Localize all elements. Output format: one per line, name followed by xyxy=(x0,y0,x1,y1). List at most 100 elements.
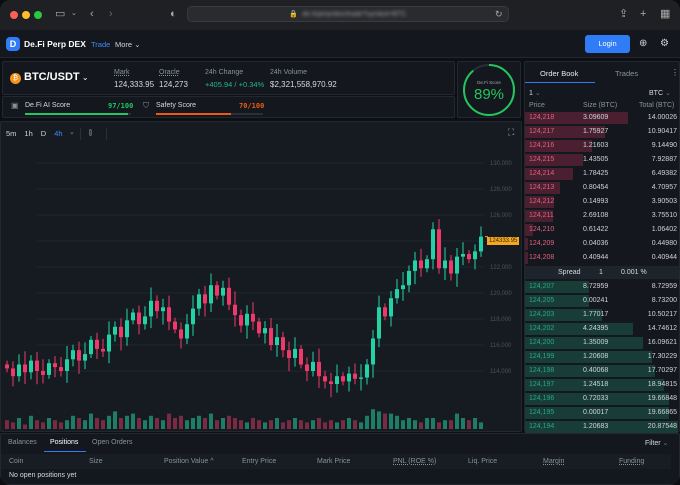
ask-row[interactable]: 124,2080.409440.40944 xyxy=(525,251,680,265)
col-pnl[interactable]: PNL (ROE %) xyxy=(393,458,436,465)
back-icon[interactable]: ‹ xyxy=(90,8,94,20)
new-tab-icon[interactable]: + xyxy=(640,8,646,20)
total: 20.87548 xyxy=(648,420,677,434)
bid-row[interactable]: 124,2024.2439514.74612 xyxy=(525,322,680,336)
size: 1.77017 xyxy=(583,308,608,322)
y-tick-label: 114,000 xyxy=(490,369,512,375)
reload-icon[interactable]: ↻ xyxy=(495,8,503,20)
bid-row[interactable]: 124,2031.7701710.50217 xyxy=(525,308,680,322)
tab-order-book[interactable]: Order Book xyxy=(540,69,578,78)
ask-row[interactable]: 124,2120.149933.90503 xyxy=(525,195,680,209)
candle-body xyxy=(131,313,135,321)
bid-row[interactable]: 124,1960.7203319.66848 xyxy=(525,392,680,406)
nav-more[interactable]: More ⌄ xyxy=(115,40,140,49)
candle-body xyxy=(479,237,483,252)
col-size[interactable]: Size xyxy=(89,458,103,465)
y-tick-label: 122,000 xyxy=(490,265,512,271)
volume-bar xyxy=(461,418,465,429)
tab-open-orders[interactable]: Open Orders xyxy=(92,439,132,446)
candle-body xyxy=(473,251,477,259)
brand-name[interactable]: De.Fi Perp DEX xyxy=(24,39,86,49)
zoom-window-button[interactable] xyxy=(34,11,42,19)
total: 3.75510 xyxy=(652,209,677,223)
bid-row[interactable]: 124,2078.729598.72959 xyxy=(525,280,680,294)
candle-body xyxy=(299,349,303,365)
total: 16.09621 xyxy=(648,336,677,350)
current-price-tag: 124333.95 xyxy=(487,237,519,245)
candle-body xyxy=(443,261,447,269)
chevron-down-icon[interactable]: ⌄ xyxy=(71,8,77,20)
ask-row[interactable]: 124,2090.040360.44980 xyxy=(525,237,680,251)
minimize-window-button[interactable] xyxy=(22,11,30,19)
scores-panel: ▣ De.Fi AI Score 97/100 ⛉ Safety Score 7… xyxy=(2,96,455,118)
candle-body xyxy=(173,322,177,330)
bid-row[interactable]: 124,1971.2451818.94815 xyxy=(525,378,680,392)
ask-row[interactable]: 124,2151.435057.92887 xyxy=(525,153,680,167)
size: 0.61422 xyxy=(583,223,608,237)
shield-icon: ⛉ xyxy=(143,101,149,111)
nav-trade[interactable]: Trade xyxy=(91,40,110,49)
candle-body xyxy=(227,288,231,305)
ask-row[interactable]: 124,2130.804544.70957 xyxy=(525,181,680,195)
unit-select[interactable]: BTC ⌄ xyxy=(649,89,671,97)
ask-row[interactable]: 124,2171.7592710.90417 xyxy=(525,125,680,139)
col-coin[interactable]: Coin xyxy=(9,458,23,465)
size: 8.72959 xyxy=(583,280,608,294)
filter-select[interactable]: Filter ⌄ xyxy=(645,439,668,447)
precision-value: 1 xyxy=(529,90,533,97)
sidebar-icon[interactable]: ▭ xyxy=(55,8,65,20)
bid-row[interactable]: 124,2001.3500916.09621 xyxy=(525,336,680,350)
chevron-down-icon: ⌄ xyxy=(665,90,671,97)
candlestick-chart[interactable]: 130,000128,000126,000124,000122,000120,0… xyxy=(0,121,522,432)
pair-selector[interactable]: BTC/USDT ⌄ xyxy=(24,71,89,83)
bid-row[interactable]: 124,1991.2060817.30229 xyxy=(525,350,680,364)
volume-bar xyxy=(77,418,81,429)
spread-label: Spread xyxy=(558,266,581,279)
volume-bar xyxy=(215,420,219,429)
bid-row[interactable]: 124,2050.002418.73200 xyxy=(525,294,680,308)
bid-row[interactable]: 124,1980.4006817.70297 xyxy=(525,364,680,378)
total: 0.44980 xyxy=(652,237,677,251)
ask-row[interactable]: 124,2161.216039.14490 xyxy=(525,139,680,153)
volume-bar xyxy=(287,420,291,429)
ask-row[interactable]: 124,2141.784256.49382 xyxy=(525,167,680,181)
ai-score-bar xyxy=(25,113,131,115)
col-position-value[interactable]: Position Value ^ xyxy=(164,458,213,465)
share-icon[interactable]: ⇪ xyxy=(619,8,628,20)
ask-row[interactable]: 124,2100.614221.06402 xyxy=(525,223,680,237)
shield-icon[interactable]: ◐ xyxy=(170,8,177,20)
bid-row[interactable]: 124,1950.0001719.66865 xyxy=(525,406,680,420)
globe-icon[interactable]: ⊕ xyxy=(639,38,647,49)
header-price: Price xyxy=(529,102,545,109)
more-options-icon[interactable]: ⋮ xyxy=(671,68,679,77)
forward-icon[interactable]: › xyxy=(109,8,113,20)
ask-row[interactable]: 124,2112.691083.75510 xyxy=(525,209,680,223)
gear-icon[interactable]: ⚙ xyxy=(660,38,669,49)
total: 1.06402 xyxy=(652,223,677,237)
tab-trades[interactable]: Trades xyxy=(615,69,638,78)
tab-positions[interactable]: Positions xyxy=(50,439,78,446)
volume-bar xyxy=(29,416,33,429)
col-margin[interactable]: Margin xyxy=(543,458,564,465)
tab-balances[interactable]: Balances xyxy=(8,439,37,446)
address-bar[interactable]: 🔒de.fi/perp/dex/trade?symbol=BTC xyxy=(187,6,509,22)
col-entry-price[interactable]: Entry Price xyxy=(242,458,276,465)
col-liq-price[interactable]: Liq. Price xyxy=(468,458,497,465)
login-button[interactable]: Login xyxy=(585,35,630,53)
close-window-button[interactable] xyxy=(10,11,18,19)
y-tick-label: 116,000 xyxy=(490,343,512,349)
col-mark-price[interactable]: Mark Price xyxy=(317,458,350,465)
logo-icon[interactable]: D xyxy=(6,37,20,51)
ask-row[interactable]: 124,2183.0960914.00026 xyxy=(525,111,680,125)
tab-overview-icon[interactable]: ▦ xyxy=(660,8,670,20)
precision-select[interactable]: 1 ⌄ xyxy=(529,89,541,97)
col-position-value-label: Position Value xyxy=(164,458,208,465)
candle-body xyxy=(35,361,39,371)
price: 124,198 xyxy=(529,364,554,378)
candle-body xyxy=(449,261,453,274)
candle-body xyxy=(365,365,369,378)
total: 3.90503 xyxy=(652,195,677,209)
col-funding[interactable]: Funding xyxy=(619,458,644,465)
price: 124,194 xyxy=(529,420,554,434)
bid-row[interactable]: 124,1941.2068320.87548 xyxy=(525,420,680,434)
